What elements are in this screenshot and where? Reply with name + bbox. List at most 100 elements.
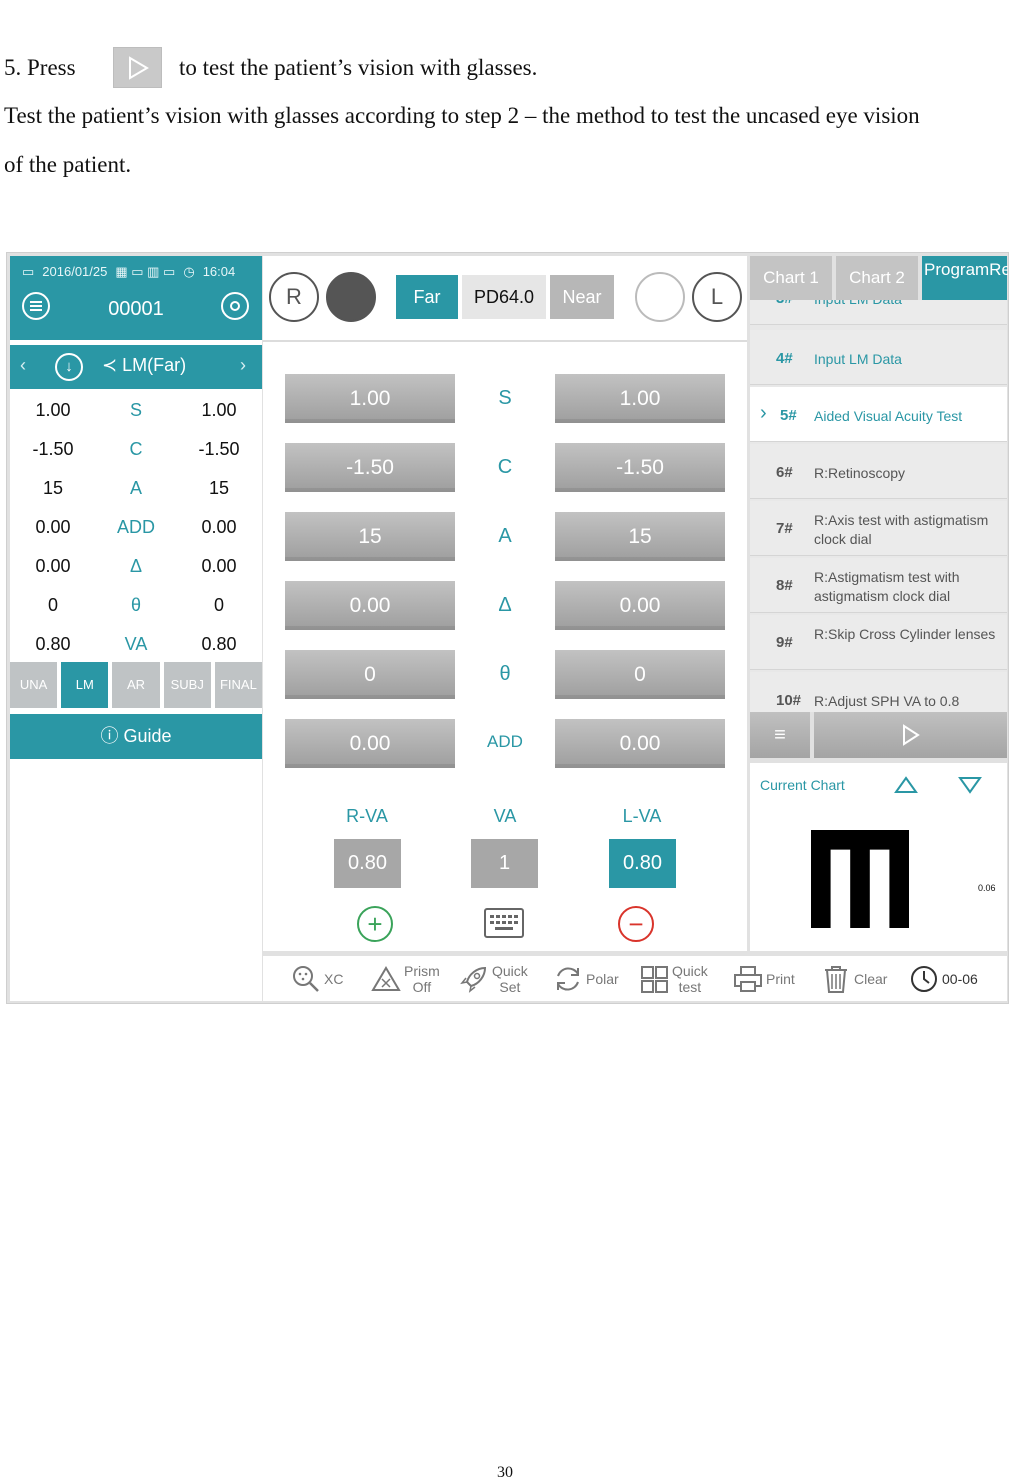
device-screenshot: ▭ 2016/01/25 ▦ ▭ ▥ ▭ ◷ 16:04 0 0 0 0 1 ‹ ↓ ≺ LM(… (6, 252, 1009, 1004)
right-value-button[interactable]: 0 (285, 650, 455, 699)
program-item-name: R:Adjust SPH VA to 0.8 (814, 693, 960, 709)
left-row-label: Δ (129, 556, 143, 576)
left-row: -1.50 C -1.50 (10, 433, 262, 472)
left-row-label: ADD (116, 517, 155, 537)
near-button[interactable]: Near (550, 275, 614, 319)
program-item[interactable]: 10# R:Adjust SPH VA to 0.8 (750, 672, 1007, 712)
program-item-name: Input LM Data (814, 300, 1004, 309)
print-tool[interactable]: Print (733, 956, 795, 1001)
tab-ar[interactable]: AR (112, 662, 160, 708)
polar-tool[interactable]: Polar (553, 956, 619, 1001)
program-item-name: R:Skip Cross Cylinder lenses (814, 626, 996, 642)
right-value-button[interactable]: 15 (285, 512, 455, 561)
left-row-label: θ (130, 595, 141, 615)
current-chart-label: Current Chart (760, 777, 845, 793)
rva-button[interactable]: 0.80 (334, 839, 401, 888)
left-eye-open-button[interactable] (635, 272, 685, 322)
tab-program-reg[interactable]: ProgramReg (922, 256, 1008, 300)
far-button[interactable]: Far (396, 275, 458, 319)
program-item[interactable]: 7# R:Axis test with astigmatism clock dia… (750, 501, 1007, 556)
chevron-left-icon[interactable]: ‹ (20, 355, 26, 376)
right-panel: Chart 1 Chart 2 ProgramReg 3# Input LM Da… (750, 256, 1008, 951)
left-row-l-value: 0.00 (201, 517, 237, 537)
rva-label: R-VA (346, 806, 388, 826)
lva-button[interactable]: 0.80 (609, 839, 676, 888)
left-row-l-value: 0 (213, 595, 224, 615)
left-value-button[interactable]: -1.50 (555, 443, 725, 492)
right-value-button[interactable]: 1.00 (285, 374, 455, 423)
quick-set-label-1: Quick (492, 962, 528, 979)
tab-chart-2[interactable]: Chart 2 (836, 256, 918, 300)
right-eye-occluder-button[interactable] (326, 272, 376, 322)
left-value-button[interactable]: 0 (555, 650, 725, 699)
pd-button[interactable]: PD64.0 (462, 275, 546, 319)
left-row-l-value: 0.00 (201, 556, 237, 576)
program-item-number: 5# (780, 407, 797, 424)
value-label: Δ (498, 594, 512, 616)
left-value-button[interactable]: 0.00 (555, 581, 725, 630)
program-item-number: 10# (776, 692, 802, 709)
program-item[interactable]: › 5# Aided Visual Acuity Test (750, 387, 1007, 442)
left-nav: ‹ ↓ ≺ LM(Far) › (10, 345, 262, 389)
left-eye-button[interactable]: L (692, 272, 742, 322)
tab-final[interactable]: FINAL (214, 662, 263, 708)
add-icon[interactable]: + (357, 906, 393, 942)
tab-una[interactable]: UNA (10, 662, 58, 708)
quick-test-tool[interactable]: Quick test (639, 956, 708, 1001)
chevron-right-icon[interactable]: › (240, 355, 246, 376)
program-item[interactable]: 4# Input LM Data (750, 330, 1007, 385)
prism-tool[interactable]: Prism Off (371, 956, 440, 1001)
list-menu-button[interactable]: ≡ (750, 712, 810, 758)
timer-label: 00-06 (942, 970, 978, 987)
magnifier-icon (293, 965, 319, 992)
tab-subj[interactable]: SUBJ (163, 662, 211, 708)
program-item[interactable]: 6# R:Retinoscopy (750, 444, 1007, 499)
left-row-r-value: 1.00 (35, 400, 71, 420)
left-row-r-value: 0.80 (35, 634, 71, 654)
timer-tool[interactable]: 00-06 (909, 956, 978, 1001)
play-icon-inline (113, 47, 162, 88)
minus-icon[interactable]: − (618, 906, 654, 942)
xc-tool[interactable]: XC (291, 956, 343, 1001)
triangle-up-icon[interactable] (894, 776, 918, 794)
prism-icon (371, 965, 401, 991)
play-button[interactable] (814, 712, 1007, 758)
left-value-button[interactable]: 15 (555, 512, 725, 561)
printer-icon (734, 965, 762, 992)
program-item[interactable]: 3# Input LM Data (750, 300, 1007, 325)
left-value-button[interactable]: 0.00 (555, 719, 725, 768)
guide-button[interactable]: ⓘ Guide (10, 714, 262, 759)
polar-label: Polar (586, 970, 619, 987)
left-value-button[interactable]: 1.00 (555, 374, 725, 423)
calendar-icon: ▭ (22, 264, 35, 279)
left-values-table: 1.00 S 1.00 -1.50 C -1.50 15 A 15 0.00 ADD 0.00 0.00… (10, 394, 262, 667)
tab-lm[interactable]: LM (61, 662, 109, 708)
right-eye-button[interactable]: R (269, 272, 319, 322)
va-button[interactable]: 1 (471, 839, 538, 888)
program-item[interactable]: 9# R:Skip Cross Cylinder lenses (750, 615, 1007, 670)
gear-icon[interactable] (221, 292, 249, 320)
right-value-button[interactable]: -1.50 (285, 443, 455, 492)
program-list: 3# Input LM Data 4# Input LM Data › 5# Aided V… (750, 300, 1007, 712)
program-item-name: Aided Visual Acuity Test (814, 408, 963, 424)
tab-chart-1[interactable]: Chart 1 (750, 256, 832, 300)
right-value-button[interactable]: 0.00 (285, 719, 455, 768)
right-value-button[interactable]: 0.00 (285, 581, 455, 630)
acuity-value: 0.06 (978, 883, 996, 893)
program-item-number: 8# (776, 577, 793, 594)
program-item[interactable]: 8# R:Astigmatism test with astigmatism cl… (750, 558, 1007, 613)
triangle-down-icon[interactable] (958, 776, 982, 794)
left-row-l-value: 1.00 (201, 400, 237, 420)
clear-tool[interactable]: Clear (821, 956, 887, 1001)
status-icons: ▦ ▭ ▥ ▭ (115, 264, 176, 279)
left-row-r-value: -1.50 (32, 439, 74, 459)
left-row-r-value: 0 (47, 595, 58, 615)
keyboard-icon[interactable] (484, 908, 524, 938)
chevron-right-icon: › (760, 402, 767, 424)
trash-icon (825, 965, 847, 993)
value-label: θ (499, 663, 511, 685)
left-row-label: S (129, 400, 142, 420)
quick-set-tool[interactable]: Quick Set (459, 956, 528, 1001)
program-item-number: 4# (776, 350, 793, 367)
download-icon[interactable]: ↓ (55, 353, 83, 381)
